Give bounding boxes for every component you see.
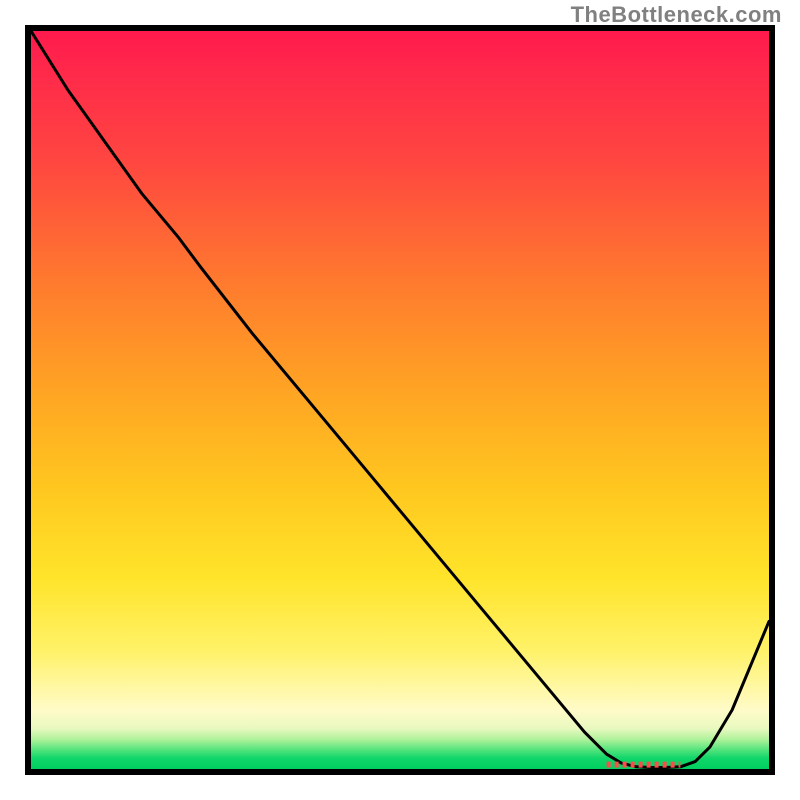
plot-area xyxy=(25,25,775,775)
chart-svg xyxy=(31,31,769,769)
chart-container: TheBottleneck.com xyxy=(0,0,800,800)
bottleneck-curve xyxy=(31,31,769,768)
